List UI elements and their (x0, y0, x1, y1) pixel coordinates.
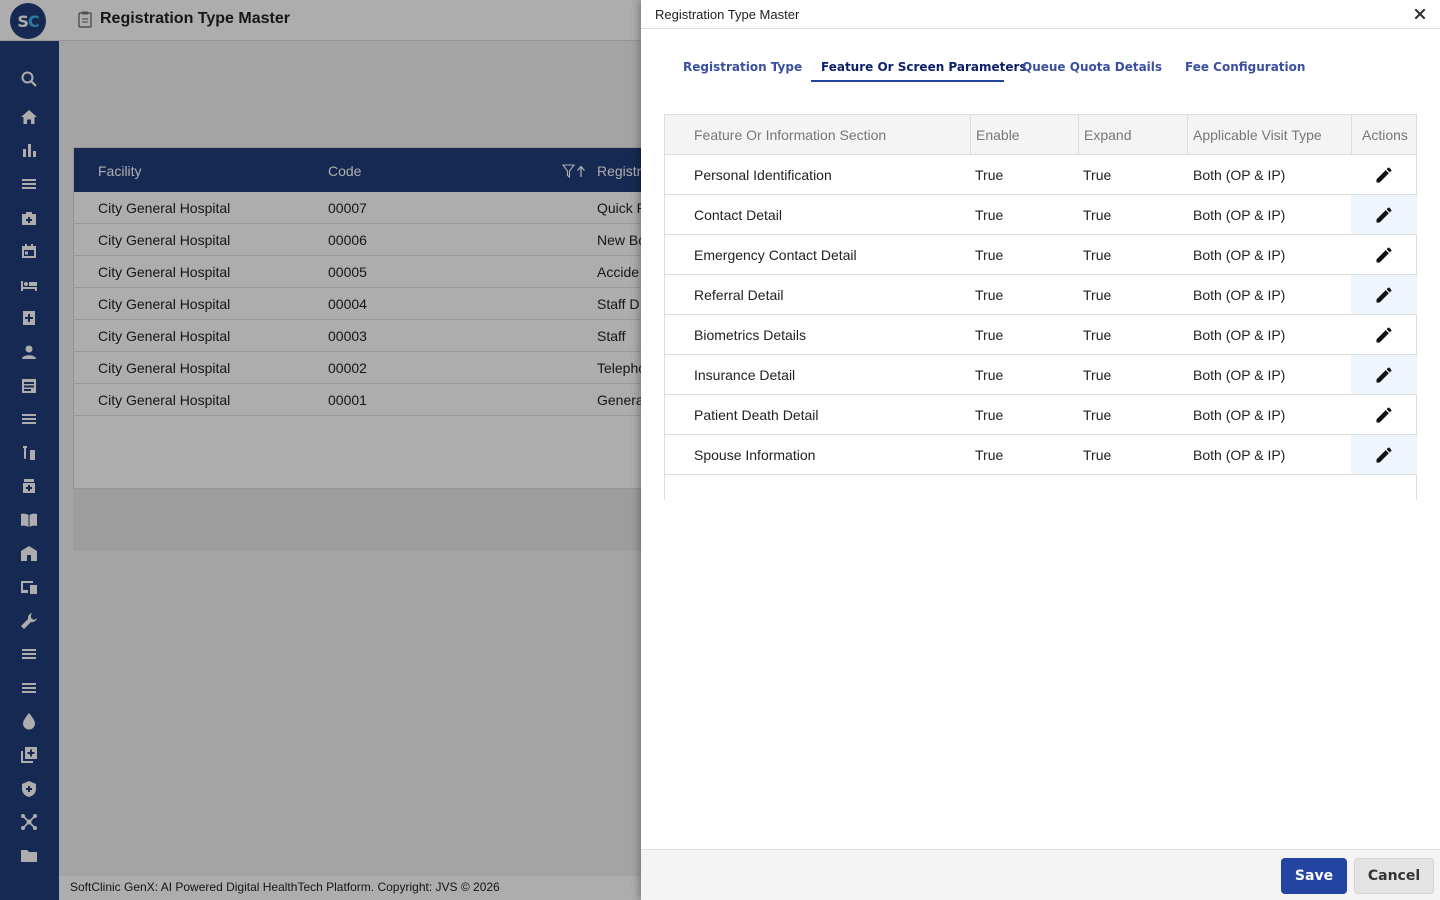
cell-visit-type: Both (OP & IP) (1193, 247, 1286, 263)
column-divider[interactable] (970, 115, 971, 155)
edit-button[interactable] (1351, 275, 1417, 314)
cell-expand: True (1083, 447, 1112, 463)
cell-enable: True (975, 207, 1004, 223)
cell-expand: True (1083, 367, 1112, 383)
cell-enable: True (975, 287, 1004, 303)
drawer-header: Registration Type Master (641, 0, 1440, 29)
table-row[interactable]: Personal Identification True True Both (OP … (665, 155, 1416, 195)
drawer-tabs: Registration Type Feature Or Screen Para… (641, 50, 1440, 84)
column-header-section[interactable]: Feature Or Information Section (694, 127, 886, 143)
active-tab-indicator (811, 80, 1004, 82)
tab-fee-configuration[interactable]: Fee Configuration (1185, 60, 1305, 74)
edit-button[interactable] (1351, 315, 1417, 354)
column-header-actions: Actions (1362, 127, 1408, 143)
cell-enable: True (975, 327, 1004, 343)
cancel-button[interactable]: Cancel (1354, 858, 1434, 894)
edit-button[interactable] (1351, 235, 1417, 274)
cell-enable: True (975, 407, 1004, 423)
table-row[interactable]: Biometrics Details True True Both (OP & IP) (665, 315, 1416, 355)
column-header-expand[interactable]: Expand (1084, 127, 1131, 143)
cell-visit-type: Both (OP & IP) (1193, 287, 1286, 303)
edit-pencil-icon (1376, 366, 1392, 382)
registration-type-drawer: Registration Type Master Registration Ty… (641, 0, 1440, 900)
cell-section: Referral Detail (694, 287, 784, 303)
edit-button[interactable] (1351, 435, 1417, 474)
cell-section: Contact Detail (694, 207, 782, 223)
edit-pencil-icon (1376, 166, 1392, 182)
table-row[interactable]: Contact Detail True True Both (OP & IP) (665, 195, 1417, 235)
table-row[interactable]: Emergency Contact Detail True True Both (OP… (665, 235, 1416, 275)
edit-button[interactable] (1351, 355, 1417, 394)
column-header-visit-type[interactable]: Applicable Visit Type (1193, 127, 1322, 143)
cell-visit-type: Both (OP & IP) (1193, 327, 1286, 343)
edit-pencil-icon (1376, 326, 1392, 342)
cell-section: Biometrics Details (694, 327, 807, 343)
column-divider[interactable] (1351, 115, 1352, 155)
cell-visit-type: Both (OP & IP) (1193, 367, 1286, 383)
cell-section: Insurance Detail (694, 367, 796, 383)
table-row[interactable]: Patient Death Detail True True Both (OP & I… (665, 395, 1416, 435)
cell-visit-type: Both (OP & IP) (1193, 447, 1286, 463)
cell-expand: True (1083, 407, 1112, 423)
cell-enable: True (975, 167, 1004, 183)
edit-pencil-icon (1376, 446, 1392, 462)
cell-enable: True (975, 367, 1004, 383)
cell-visit-type: Both (OP & IP) (1193, 167, 1286, 183)
tab-queue-quota-details[interactable]: Queue Quota Details (1022, 60, 1162, 74)
cell-section: Emergency Contact Detail (694, 247, 857, 263)
feature-parameters-table: Feature Or Information Section Enable Ex… (664, 114, 1417, 500)
cell-section: Spouse Information (694, 447, 816, 463)
column-divider[interactable] (1078, 115, 1079, 155)
close-button[interactable] (1412, 6, 1428, 22)
tab-registration-type[interactable]: Registration Type (683, 60, 802, 74)
cell-expand: True (1083, 247, 1112, 263)
edit-button[interactable] (1351, 155, 1417, 194)
column-divider[interactable] (1187, 115, 1188, 155)
edit-pencil-icon (1376, 286, 1392, 302)
cell-enable: True (975, 447, 1004, 463)
table-row[interactable]: Insurance Detail True True Both (OP & IP) (665, 355, 1417, 395)
table-row[interactable]: Spouse Information True True Both (OP & IP) (665, 435, 1417, 475)
drawer-footer: Save Cancel (641, 849, 1440, 900)
close-icon (1414, 8, 1426, 20)
cell-enable: True (975, 247, 1004, 263)
drawer-title: Registration Type Master (655, 7, 800, 22)
edit-pencil-icon (1376, 406, 1392, 422)
cell-visit-type: Both (OP & IP) (1193, 407, 1286, 423)
cell-section: Personal Identification (694, 167, 832, 183)
save-button[interactable]: Save (1281, 858, 1347, 894)
edit-button[interactable] (1351, 395, 1417, 434)
edit-pencil-icon (1376, 246, 1392, 262)
cell-visit-type: Both (OP & IP) (1193, 207, 1286, 223)
column-header-enable[interactable]: Enable (976, 127, 1020, 143)
cell-section: Patient Death Detail (694, 407, 819, 423)
cell-expand: True (1083, 327, 1112, 343)
edit-pencil-icon (1376, 206, 1392, 222)
edit-button[interactable] (1351, 195, 1417, 234)
table-row[interactable]: Referral Detail True True Both (OP & IP) (665, 275, 1417, 315)
tab-feature-or-screen-parameters[interactable]: Feature Or Screen Parameters (821, 60, 1027, 74)
cell-expand: True (1083, 167, 1112, 183)
cell-expand: True (1083, 287, 1112, 303)
table-header: Feature Or Information Section Enable Ex… (665, 114, 1416, 155)
cell-expand: True (1083, 207, 1112, 223)
